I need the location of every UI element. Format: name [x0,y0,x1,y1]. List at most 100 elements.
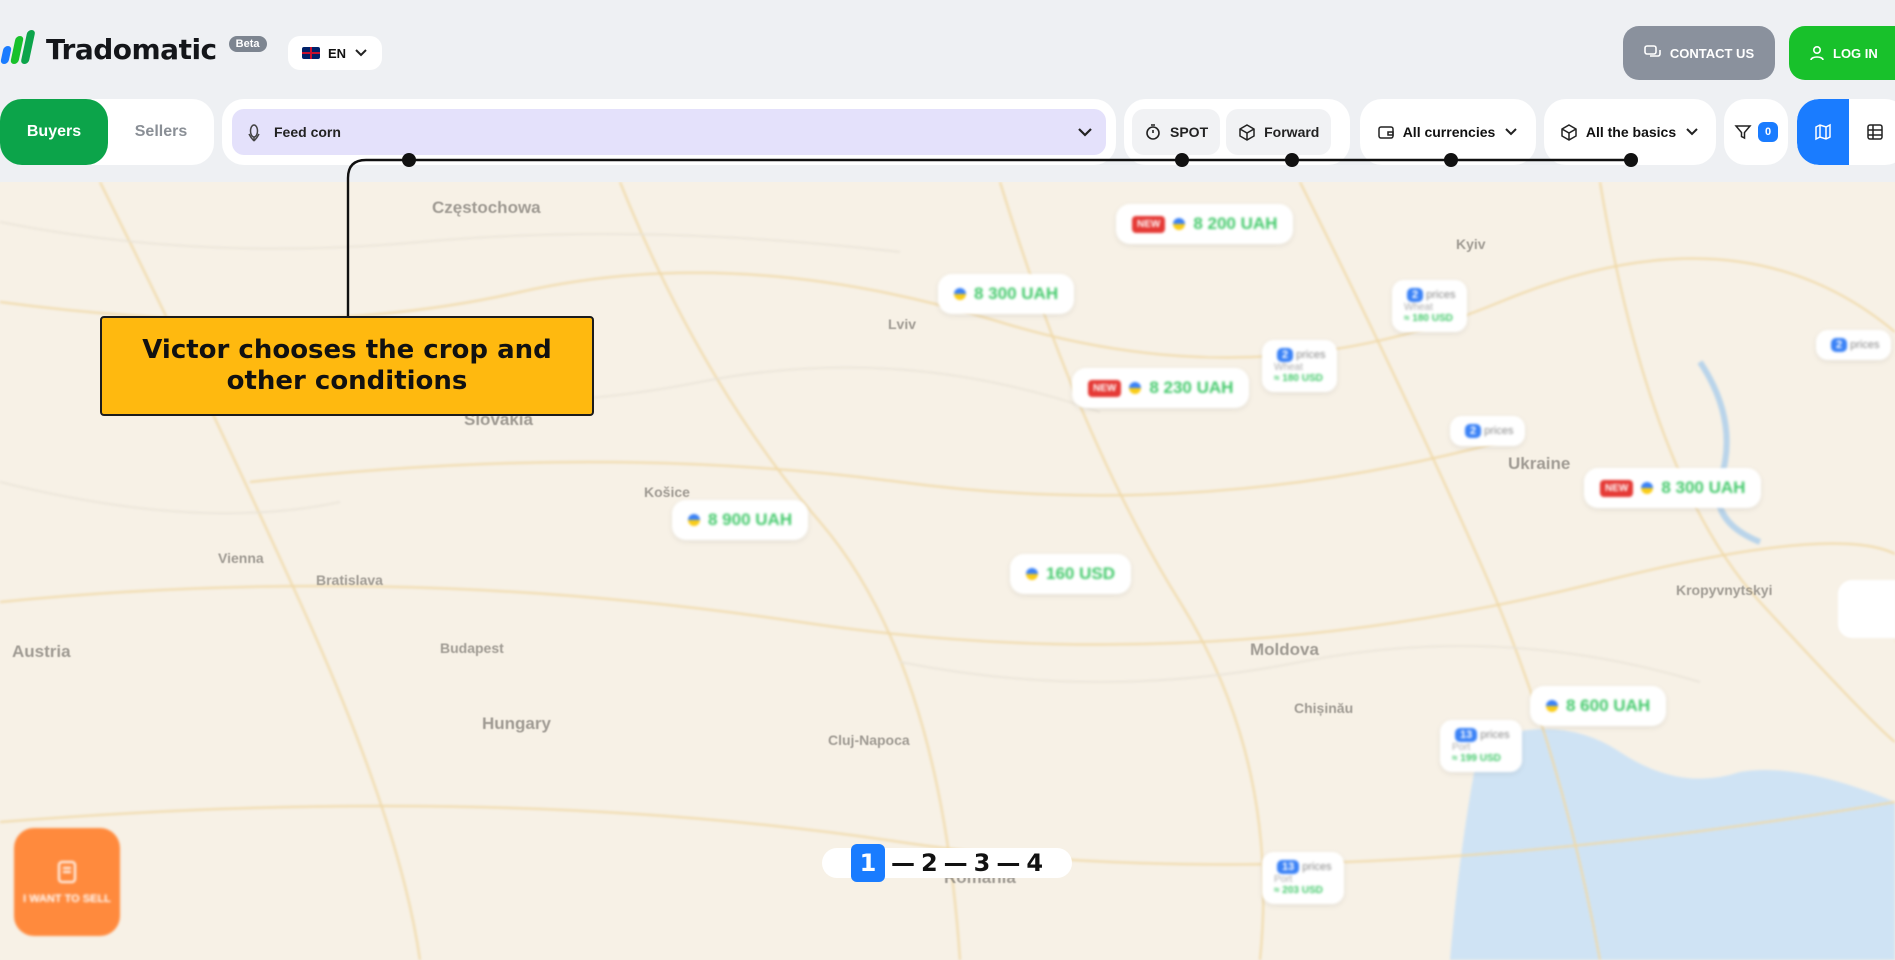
price-marker[interactable]: 8 600 UAH [1530,686,1667,726]
spot-chip[interactable]: SPOT [1132,109,1221,155]
wallet-icon [1377,126,1394,139]
cluster-count: 2 [1831,338,1848,352]
chevron-down-icon [1078,128,1092,137]
ukraine-flag-icon [688,514,700,526]
step-1[interactable]: 1 [850,844,885,882]
tutorial-callout: Victor chooses the crop and other condit… [100,316,594,416]
language-code: EN [327,45,347,61]
currency-label: All currencies [1402,124,1496,140]
map-area[interactable]: Częstochowa Slovakia Austria Hungary Mol… [0,182,1895,960]
cluster-sub: Wheat [1274,362,1303,373]
cluster-label: prices [1480,729,1510,741]
place-label: Lviv [888,316,917,332]
price-value: 160 USD [1046,564,1115,583]
cluster-count: 2 [1407,288,1424,302]
cluster-label: prices [1296,349,1326,361]
view-switcher [1797,99,1895,165]
crop-selected-value: Feed corn [274,124,341,140]
table-view-button[interactable] [1849,99,1895,165]
step-separator: — [943,849,968,877]
login-label: LOG IN [1833,45,1878,61]
new-badge: NEW [1132,215,1166,233]
price-cluster[interactable]: 2 prices [1450,416,1526,446]
ukraine-flag-icon [1641,482,1654,494]
step-4[interactable]: 4 [1026,849,1043,877]
place-label: Budapest [440,640,504,656]
place-label: Austria [12,642,71,661]
filters-button[interactable]: 0 [1724,99,1788,165]
price-value: 8 300 UAH [1661,478,1746,497]
place-label: Moldova [1250,640,1319,659]
want-to-sell-button[interactable]: I WANT TO SELL [14,828,120,936]
corn-icon [248,124,260,142]
contact-us-button[interactable]: CONTACT US [1623,26,1775,80]
price-value: 8 600 UAH [1566,696,1651,715]
price-marker[interactable]: 8 300 UAH [938,274,1075,314]
sellers-tab[interactable]: Sellers [108,123,214,141]
ukraine-flag-icon [1129,382,1142,394]
price-marker[interactable]: NEW 8 300 UAH [1584,468,1762,508]
basics-label: All the basics [1585,124,1677,140]
map-view-button[interactable] [1797,99,1849,165]
currency-select[interactable]: All currencies [1360,99,1536,165]
cluster-label: prices [1426,289,1456,301]
forward-chip[interactable]: Forward [1226,109,1332,155]
cluster-count: 13 [1455,728,1478,742]
logo-mark-icon [0,30,38,68]
spot-label: SPOT [1170,124,1209,140]
new-badge: NEW [1600,479,1634,497]
chat-icon [1644,45,1661,57]
place-label: Cluj-Napoca [828,732,910,748]
place-label: Ukraine [1508,454,1571,473]
funnel-icon [1734,125,1752,140]
buyers-tab[interactable]: Buyers [0,99,108,165]
place-label: Hungary [482,714,551,733]
cluster-sub: Port [1452,742,1471,753]
cluster-usd: ≈ 180 USD [1274,373,1323,384]
user-icon [1810,45,1824,61]
crop-filter: Feed corn [222,99,1116,165]
price-value: 8 200 UAH [1193,214,1278,233]
map-side-button[interactable] [1838,580,1895,638]
price-value: 8 300 UAH [974,284,1059,303]
uk-flag-icon [301,47,320,59]
box-icon [1239,124,1255,141]
price-marker[interactable]: NEW 8 230 UAH [1072,368,1250,408]
price-cluster[interactable]: 2 prices [1816,330,1892,360]
price-marker[interactable]: NEW 8 200 UAH [1116,204,1294,244]
step-2[interactable]: 2 [921,849,938,877]
cluster-usd: ≈ 199 USD [1452,753,1501,764]
contact-us-label: CONTACT US [1669,45,1755,61]
cluster-usd: ≈ 180 USD [1404,313,1453,324]
new-badge: NEW [1088,379,1122,397]
price-cluster[interactable]: 13 prices Port ≈ 199 USD [1440,720,1522,772]
chevron-down-icon [1505,128,1518,136]
buyers-sellers-toggle: Buyers Sellers [0,99,214,165]
price-value: 8 900 UAH [708,510,793,529]
price-cluster[interactable]: 2 prices Wheat ≈ 180 USD [1262,340,1338,392]
package-icon [1561,124,1577,141]
cluster-sub: Wheat [1404,302,1433,313]
step-separator: — [996,849,1021,877]
place-label: Kropyvnytskyi [1676,582,1773,598]
login-button[interactable]: LOG IN [1789,26,1895,80]
crop-select[interactable]: Feed corn [232,109,1106,155]
price-cluster[interactable]: 2 prices Wheat ≈ 180 USD [1392,280,1468,332]
price-marker[interactable]: 160 USD [1010,554,1131,594]
chevron-down-icon [355,49,367,57]
place-label: Kyiv [1456,236,1486,252]
cluster-label: prices [1484,425,1514,437]
language-selector[interactable]: EN [288,36,382,70]
cluster-count: 2 [1465,424,1482,438]
place-label: Chișinău [1294,700,1354,716]
basics-select[interactable]: All the basics [1544,99,1716,165]
price-marker[interactable]: 8 900 UAH [672,500,809,540]
cluster-count: 13 [1277,860,1300,874]
cluster-label: prices [1302,861,1332,873]
step-indicator: 1 — 2 — 3 — 4 [822,844,1072,882]
step-3[interactable]: 3 [974,849,991,877]
brand-logo[interactable]: Tradomatic Beta [0,30,267,68]
place-label: Bratislava [316,572,383,588]
price-cluster[interactable]: 13 prices Port ≈ 203 USD [1262,852,1344,904]
brand-name: Tradomatic [46,32,217,66]
